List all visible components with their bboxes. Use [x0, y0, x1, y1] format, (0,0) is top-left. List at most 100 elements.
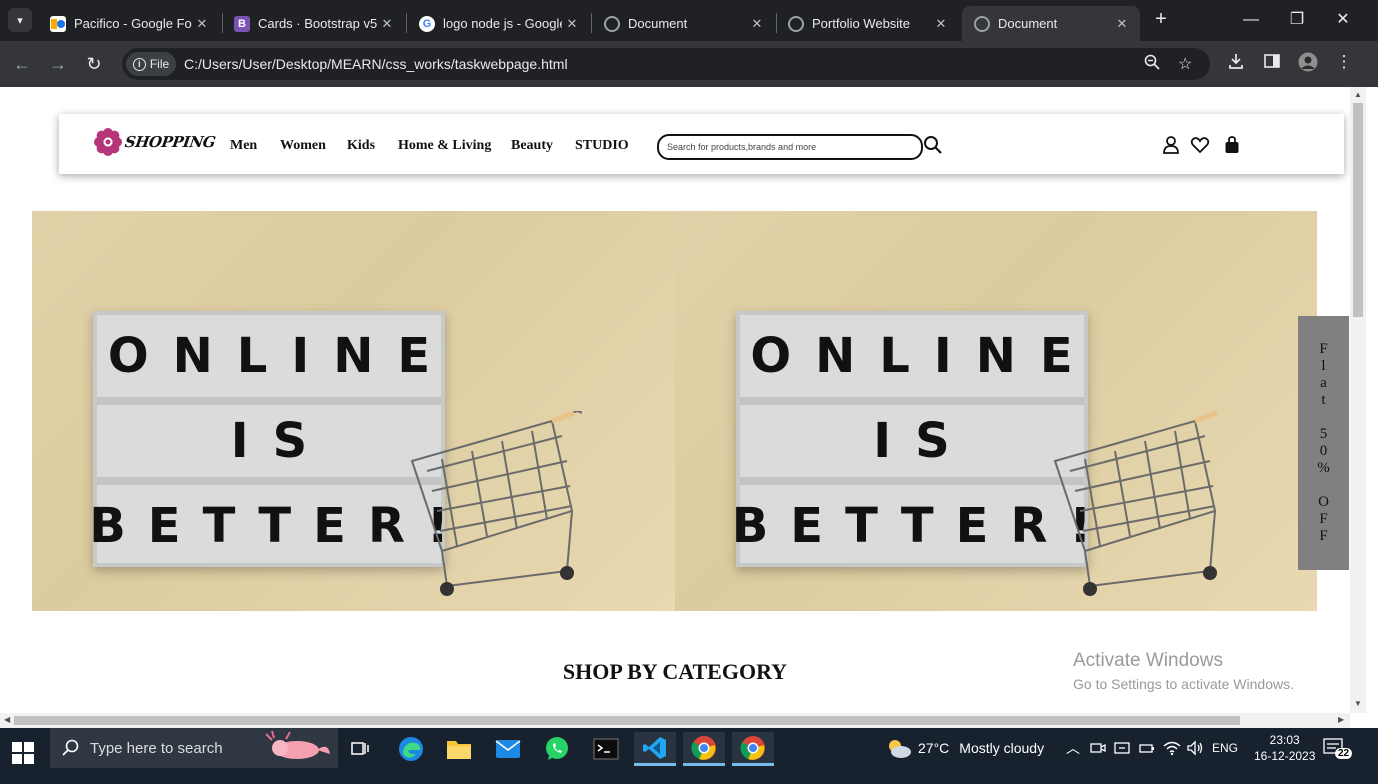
back-button[interactable]: ← — [9, 51, 35, 77]
shopping-bag-icon[interactable] — [1222, 135, 1242, 155]
offer-char: F — [1319, 528, 1328, 544]
close-window-button[interactable]: ✕ — [1328, 8, 1358, 32]
flat-offer-banner[interactable]: F l a t 5 0 % O F F — [1298, 316, 1349, 570]
file-explorer-icon[interactable] — [438, 732, 480, 766]
tab-search-dropdown[interactable]: ▾ — [8, 8, 32, 32]
chrome-icon[interactable] — [683, 732, 725, 766]
profile-avatar[interactable] — [1297, 52, 1319, 77]
download-icon[interactable] — [1225, 52, 1247, 75]
nav-studio[interactable]: STUDIO — [575, 138, 629, 154]
close-icon[interactable]: ✕ — [1112, 16, 1132, 32]
vscode-icon[interactable] — [634, 732, 676, 766]
chrome-menu-icon[interactable]: ⋮ — [1333, 52, 1355, 72]
site-navbar: SHOPPING Men Women Kids Home & Living Be… — [59, 114, 1344, 174]
task-view-icon[interactable] — [339, 732, 381, 766]
clock[interactable]: 23:03 16-12-2023 — [1254, 728, 1315, 768]
bookmark-star-icon[interactable]: ☆ — [1178, 54, 1192, 74]
taskbar-search-box[interactable]: Type here to search — [50, 728, 338, 768]
devices-icon[interactable] — [1114, 728, 1130, 768]
notification-badge: 22 — [1335, 748, 1353, 759]
address-bar[interactable]: i File C:/Users/User/Desktop/MEARN/css_w… — [122, 48, 1210, 80]
offer-char: l — [1321, 358, 1326, 374]
site-search-input[interactable] — [667, 136, 907, 158]
mail-icon[interactable] — [487, 732, 529, 766]
scroll-right-icon[interactable]: ▶ — [1338, 715, 1344, 724]
logo-text: SHOPPING — [123, 133, 217, 151]
url-text[interactable]: C:/Users/User/Desktop/MEARN/css_works/ta… — [184, 56, 568, 72]
tab-title: Portfolio Website — [812, 16, 911, 31]
offer-char: O — [1318, 494, 1329, 510]
hero-image-right: ONLINE IS BETTER! — [674, 211, 1317, 611]
flower-logo-icon — [94, 128, 122, 156]
volume-icon[interactable] — [1186, 728, 1204, 768]
clock-time: 23:03 — [1269, 733, 1300, 747]
tab-google-search[interactable]: G logo node js - Google ✕ — [407, 6, 590, 41]
nav-beauty[interactable]: Beauty — [511, 138, 553, 154]
tab-document[interactable]: Document ✕ — [592, 6, 775, 41]
close-icon[interactable]: ✕ — [747, 16, 767, 32]
search-icon — [62, 739, 79, 756]
close-icon[interactable]: ✕ — [377, 16, 397, 32]
heart-icon[interactable] — [1190, 135, 1210, 155]
watermark-line-1: Activate Windows — [1073, 650, 1223, 671]
windows-start-icon[interactable] — [12, 742, 34, 764]
side-panel-icon[interactable] — [1261, 52, 1283, 75]
sign-line-2: IS — [739, 405, 1084, 485]
tab-title: Document — [998, 16, 1058, 31]
offer-char: t — [1321, 392, 1326, 408]
vertical-scrollbar[interactable]: ▲ ▼ — [1350, 87, 1366, 713]
notification-center[interactable]: 22 — [1323, 728, 1353, 768]
close-icon[interactable]: ✕ — [192, 16, 212, 32]
meet-now-icon[interactable] — [1090, 728, 1106, 768]
minimize-button[interactable]: — — [1236, 8, 1266, 32]
vertical-scroll-thumb[interactable] — [1353, 103, 1363, 317]
offer-char: a — [1320, 375, 1327, 391]
windows-taskbar: Type here to search 27°C Mostly cloudy ︿… — [0, 728, 1378, 784]
nav-kids[interactable]: Kids — [347, 138, 375, 154]
edge-icon[interactable] — [390, 732, 432, 766]
search-icon[interactable] — [923, 135, 943, 155]
scroll-up-icon[interactable]: ▲ — [1354, 90, 1362, 99]
forward-button[interactable]: → — [45, 51, 71, 77]
whatsapp-icon[interactable] — [536, 732, 578, 766]
show-hidden-icons[interactable]: ︿ — [1066, 728, 1080, 768]
horizontal-scroll-thumb[interactable] — [14, 716, 1240, 725]
sign-line-1: ONLINE — [97, 315, 441, 405]
tab-title: Pacifico - Google Fon — [74, 16, 192, 31]
browser-toolbar: ← → ↻ i File C:/Users/User/Desktop/MEARN… — [0, 41, 1378, 87]
tab-bootstrap[interactable]: B Cards · Bootstrap v5.3 ✕ — [222, 6, 405, 41]
close-icon[interactable]: ✕ — [931, 16, 951, 32]
reload-button[interactable]: ↻ — [81, 51, 107, 77]
tab-pacifico[interactable]: Pacifico - Google Fon ✕ — [38, 6, 220, 41]
close-icon[interactable]: ✕ — [562, 16, 582, 32]
site-search-box — [657, 134, 923, 160]
info-icon: i — [132, 57, 146, 71]
chip-label: File — [149, 57, 170, 71]
nav-home-living[interactable]: Home & Living — [398, 138, 491, 154]
watermark-line-2: Go to Settings to activate Windows. — [1073, 676, 1294, 692]
offer-char: 5 — [1319, 426, 1328, 442]
battery-plug-icon[interactable] — [1139, 728, 1155, 768]
nav-men[interactable]: Men — [230, 138, 257, 154]
shopping-cart-icon — [410, 411, 582, 596]
terminal-icon[interactable] — [585, 732, 627, 766]
site-info-chip[interactable]: i File — [126, 52, 176, 76]
zoom-icon[interactable] — [1144, 54, 1160, 75]
wifi-icon[interactable] — [1163, 728, 1181, 768]
globe-icon — [974, 15, 990, 32]
horizontal-scrollbar[interactable]: ◀ ▶ — [0, 713, 1350, 728]
scroll-down-icon[interactable]: ▼ — [1354, 699, 1362, 708]
scroll-left-icon[interactable]: ◀ — [4, 715, 10, 724]
user-icon[interactable] — [1161, 135, 1181, 155]
offer-char: % — [1317, 460, 1330, 476]
chrome-profile-icon[interactable] — [732, 732, 774, 766]
tab-document-active[interactable]: Document ✕ — [962, 6, 1140, 41]
site-logo[interactable]: SHOPPING — [93, 127, 217, 157]
restore-button[interactable]: ❐ — [1282, 8, 1312, 32]
shopping-cart-icon — [1053, 411, 1218, 596]
nav-women[interactable]: Women — [280, 138, 326, 154]
language-indicator[interactable]: ENG — [1212, 728, 1238, 768]
new-tab-button[interactable]: + — [1150, 8, 1172, 32]
tab-portfolio[interactable]: Portfolio Website ✕ — [776, 6, 959, 41]
weather-widget[interactable]: 27°C Mostly cloudy — [886, 728, 1044, 768]
